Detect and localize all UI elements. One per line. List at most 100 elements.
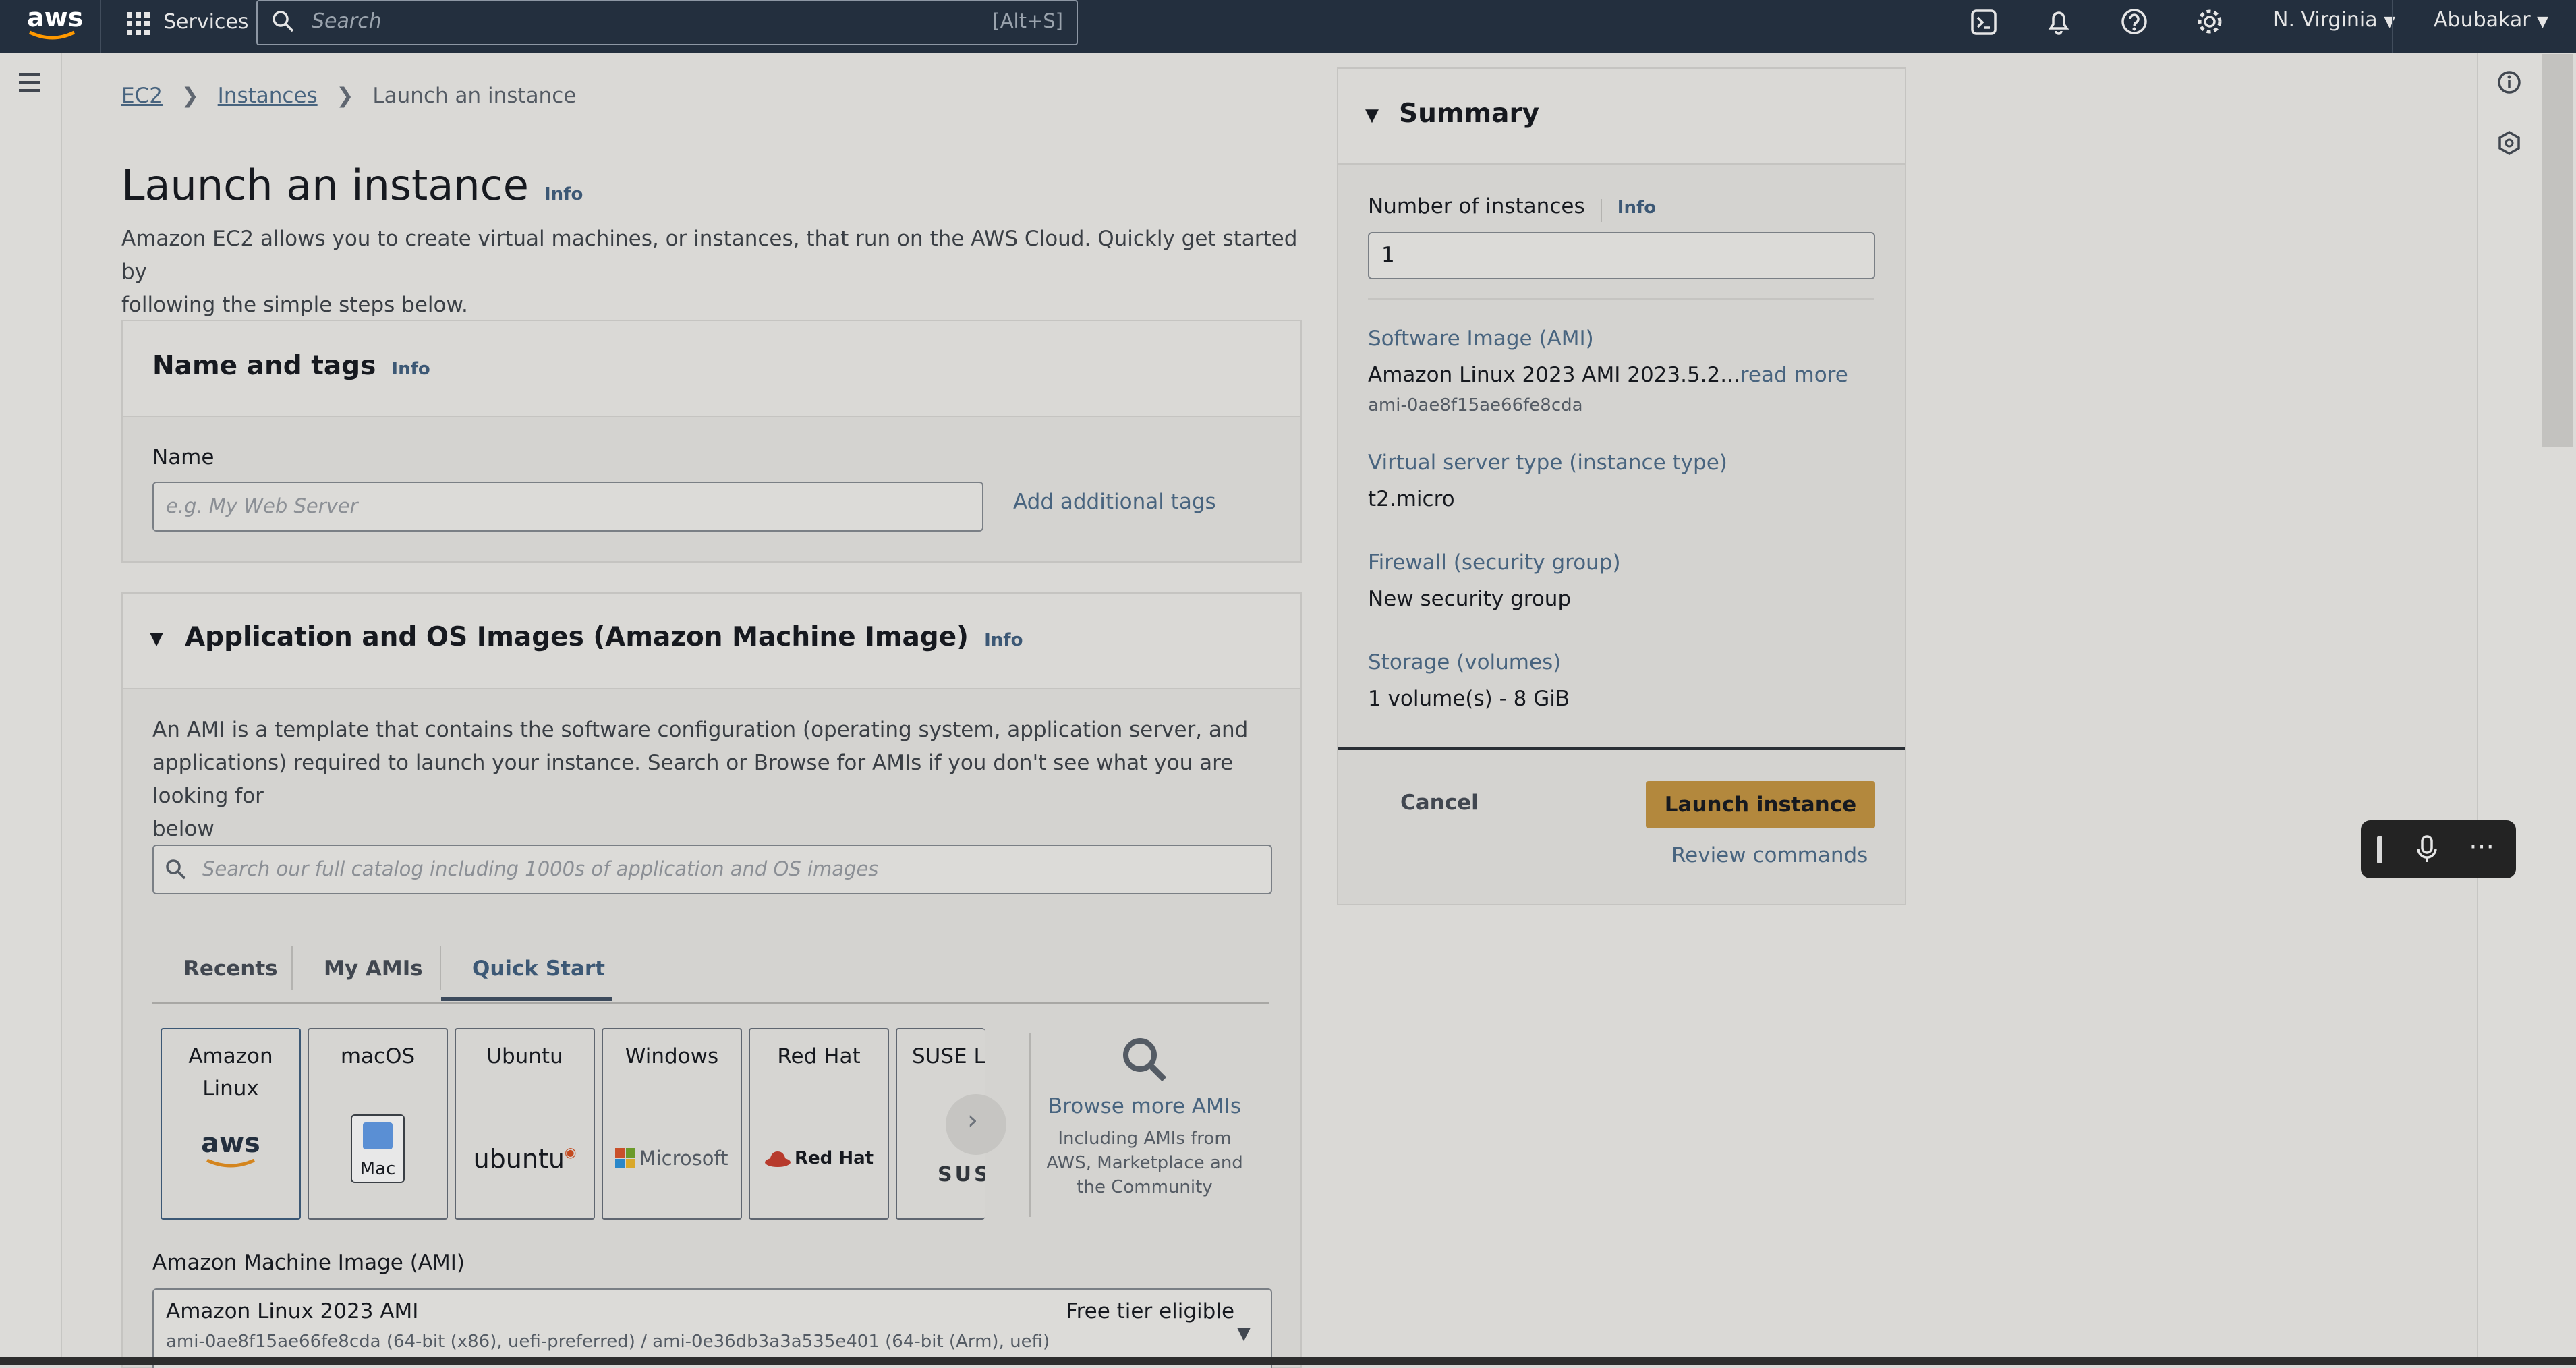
cancel-button[interactable]: Cancel (1400, 791, 1479, 815)
os-card-title: Red Hat (777, 1044, 861, 1068)
hexagon-settings-icon[interactable] (2496, 130, 2523, 156)
tab-my-amis[interactable]: My AMIs (324, 957, 423, 981)
page-info-link[interactable]: Info (544, 184, 583, 204)
chevron-right-icon: ❯ (181, 84, 199, 108)
windows-icon (615, 1148, 636, 1168)
name-tags-heading: Name and tags (152, 351, 376, 381)
browse-desc-line-1: Including AMIs from (1058, 1129, 1232, 1149)
caret-down-icon: ▼ (2537, 13, 2549, 30)
summary-firewall-value: New security group (1368, 587, 1572, 611)
summary-firewall-label: Firewall (security group) (1368, 550, 1621, 575)
services-menu-button[interactable]: Services (125, 8, 249, 42)
breadcrumb: EC2 ❯ Instances ❯ Launch an instance (121, 84, 576, 108)
tools-rail (2477, 53, 2540, 1365)
search-placeholder: Search (312, 9, 382, 33)
summary-ami-label: Software Image (AMI) (1368, 326, 1594, 351)
caret-down-icon: ▼ (1237, 1323, 1251, 1344)
search-shortcut: [Alt+S] (992, 9, 1063, 32)
top-navigation-bar: aws Services Search [Alt+S] N. Virginia … (0, 0, 2576, 53)
add-additional-tags-link[interactable]: Add additional tags (1013, 490, 1216, 514)
region-label: N. Virginia (2273, 8, 2378, 32)
info-panel-icon[interactable] (2496, 69, 2523, 96)
bottom-edge (0, 1357, 2576, 1365)
suse-logo: SUS (938, 1163, 985, 1187)
ami-description-line-2: applications) required to launch your in… (152, 751, 1234, 808)
microphone-icon[interactable] (2413, 834, 2440, 865)
breadcrumb-ec2[interactable]: EC2 (121, 84, 163, 108)
page-scrollbar-thumb[interactable] (2542, 54, 2573, 447)
os-card-title: Ubuntu (486, 1044, 563, 1068)
num-instances-value: 1 (1381, 243, 1395, 267)
chevron-right-icon: ❯ (336, 84, 354, 108)
quick-start-cards: Amazon Linux aws macOS Mac Ubuntu ubuntu… (161, 1028, 1105, 1220)
name-field-label: Name (152, 445, 214, 469)
ami-select[interactable]: Amazon Linux 2023 AMI ami-0ae8f15ae66fe8… (152, 1288, 1272, 1368)
os-card-macos[interactable]: macOS Mac (308, 1028, 448, 1220)
ami-select-label: Amazon Machine Image (AMI) (152, 1251, 465, 1275)
page-title: Launch an instance (121, 161, 529, 210)
ami-selected-name: Amazon Linux 2023 AMI (166, 1299, 419, 1323)
num-instances-info-link[interactable]: Info (1618, 198, 1656, 218)
hamburger-menu-icon[interactable] (18, 72, 42, 93)
browse-more-amis-link[interactable]: Browse more AMIs (1033, 1094, 1256, 1118)
collapse-caret-icon[interactable]: ▼ (150, 629, 163, 649)
global-search-input[interactable]: Search [Alt+S] (256, 0, 1078, 45)
collapse-caret-icon[interactable]: ▼ (1365, 105, 1379, 125)
voice-input-toolbar: ⋯ (2361, 820, 2516, 878)
page-description-line-2: following the simple steps below. (121, 293, 468, 317)
summary-ami-id: ami-0ae8f15ae66fe8cda (1368, 395, 1583, 416)
tab-divider (440, 946, 441, 990)
os-card-ubuntu[interactable]: Ubuntu ubuntu◉ (455, 1028, 595, 1220)
browse-desc-line-3: the Community (1077, 1177, 1213, 1197)
text-cursor-icon[interactable] (2377, 836, 2382, 863)
ami-info-link[interactable]: Info (984, 630, 1023, 650)
name-input[interactable]: e.g. My Web Server (152, 482, 983, 532)
summary-storage-label: Storage (volumes) (1368, 650, 1562, 675)
aws-logo: aws (162, 1128, 299, 1171)
help-icon[interactable] (2119, 7, 2149, 36)
tab-recents[interactable]: Recents (183, 957, 278, 981)
tab-divider (291, 946, 293, 990)
region-selector[interactable]: N. Virginia ▼ (2273, 8, 2395, 32)
name-input-placeholder: e.g. My Web Server (166, 494, 358, 517)
magnifier-icon (1123, 1038, 1167, 1082)
ami-search-input[interactable]: Search our full catalog including 1000s … (152, 845, 1272, 894)
chevron-right-icon: › (967, 1105, 978, 1136)
mac-finder-icon: Mac (351, 1114, 405, 1183)
os-card-windows[interactable]: Windows Microsoft (602, 1028, 742, 1220)
user-name: Abubakar (2434, 8, 2531, 32)
search-icon (166, 859, 186, 880)
browse-desc-line-2: AWS, Marketplace and (1046, 1153, 1243, 1173)
browse-more-amis[interactable]: Browse more AMIs Including AMIs from AWS… (1033, 1035, 1256, 1224)
settings-gear-icon[interactable] (2195, 7, 2225, 36)
search-icon (273, 11, 294, 32)
os-card-red-hat[interactable]: Red Hat Red Hat (749, 1028, 889, 1220)
caret-down-icon: ▼ (2384, 13, 2396, 30)
launch-instance-button[interactable]: Launch instance (1646, 781, 1875, 828)
num-instances-input[interactable]: 1 (1368, 232, 1875, 279)
aws-smile-icon (28, 30, 76, 40)
carousel-next-button[interactable]: › (946, 1094, 1006, 1155)
divider (1368, 298, 1874, 300)
os-card-title: macOS (340, 1044, 416, 1068)
tab-quick-start[interactable]: Quick Start (472, 957, 605, 981)
name-tags-info-link[interactable]: Info (391, 359, 430, 379)
aws-logo[interactable]: aws (26, 3, 83, 43)
os-card-title: Windows (625, 1044, 719, 1068)
breadcrumb-instances[interactable]: Instances (218, 84, 318, 108)
os-card-amazon-linux[interactable]: Amazon Linux aws (161, 1028, 301, 1220)
ami-selected-ids: ami-0ae8f15ae66fe8cda (64-bit (x86), uef… (166, 1332, 1050, 1352)
notifications-bell-icon[interactable] (2044, 7, 2073, 36)
ami-search-placeholder: Search our full catalog including 1000s … (202, 857, 879, 880)
name-tags-panel: Name and tags Info Name e.g. My Web Serv… (121, 320, 1302, 563)
account-menu[interactable]: Abubakar ▼ (2434, 8, 2548, 32)
cloudshell-icon[interactable] (1970, 8, 1998, 36)
red-hat-icon (764, 1151, 791, 1167)
breadcrumb-current: Launch an instance (372, 84, 577, 108)
os-card-title: Amazon (188, 1044, 273, 1068)
read-more-link[interactable]: read more (1740, 363, 1848, 387)
divider (1338, 747, 1905, 750)
more-options-icon[interactable]: ⋯ (2469, 831, 2494, 861)
summary-storage-value: 1 volume(s) - 8 GiB (1368, 687, 1570, 711)
review-commands-link[interactable]: Review commands (1671, 843, 1868, 867)
